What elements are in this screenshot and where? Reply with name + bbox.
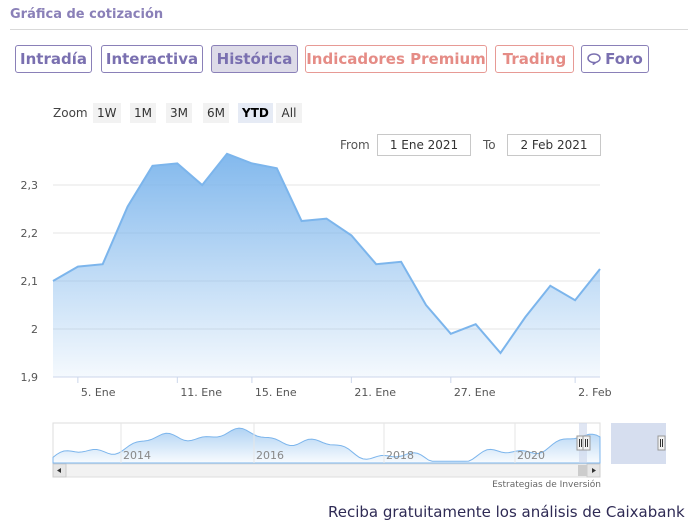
x-axis-ticks: 5. Ene 11. Ene 15. Ene 21. Ene 27. Ene 2. Feb xyxy=(77,377,612,399)
y-tick-label: 2,3 xyxy=(21,179,39,192)
scrollbar[interactable] xyxy=(52,463,601,478)
promo-footer-text[interactable]: Reciba gratuitamente los análisis de Cai… xyxy=(328,503,685,521)
grid-lines xyxy=(53,184,600,378)
y-tick-label: 2 xyxy=(31,323,38,336)
zoom-3m-button[interactable]: 3M xyxy=(166,103,192,123)
scrollbar-thumb[interactable] xyxy=(578,465,588,476)
price-chart: 1,9 2 2,1 2,2 2,3 5. Ene 11. Ene 15. Ene 21. En… xyxy=(21,152,666,478)
x-tick-label: 27. Ene xyxy=(454,386,496,399)
y-tick-label: 1,9 xyxy=(21,371,39,384)
scrollbar-right-button[interactable] xyxy=(586,463,601,478)
arrow-left-icon xyxy=(57,468,61,473)
tab-indicadores-premium[interactable]: Indicadores Premium xyxy=(305,45,487,73)
section-title: Gráfica de cotización xyxy=(10,7,164,22)
x-tick-label: 21. Ene xyxy=(354,386,396,399)
navigator-year-label: 2020 xyxy=(517,449,545,462)
price-line xyxy=(52,152,601,355)
scrollbar-left-button[interactable] xyxy=(52,463,67,478)
y-tick-label: 2,2 xyxy=(21,227,39,240)
navigator-selected-range[interactable] xyxy=(579,423,587,463)
navigator-handle-left[interactable] xyxy=(576,435,585,451)
tab-trading[interactable]: Trading xyxy=(495,45,574,73)
navigator-background xyxy=(52,422,601,464)
tab-historica[interactable]: Histórica xyxy=(211,45,298,73)
navigator-handle-right[interactable] xyxy=(582,435,591,451)
tab-foro[interactable]: Foro xyxy=(581,45,649,73)
tab-label: Indicadores Premium xyxy=(306,50,486,68)
zoom-all-button[interactable]: All xyxy=(276,103,302,123)
price-series xyxy=(52,152,601,378)
zoom-ytd-button[interactable]: YTD xyxy=(238,103,273,123)
tab-intradia[interactable]: Intradía xyxy=(15,45,92,73)
zoom-1m-button[interactable]: 1M xyxy=(130,103,156,123)
tab-label: Interactiva xyxy=(105,50,199,68)
y-axis-ticks: 1,9 2 2,1 2,2 2,3 xyxy=(21,179,39,384)
chart-credits[interactable]: Estrategias de Inversión xyxy=(492,480,601,490)
y-tick-label: 2,1 xyxy=(21,275,39,288)
range-from-label: From xyxy=(340,138,370,152)
range-to-label: To xyxy=(483,138,496,152)
price-area xyxy=(53,153,600,377)
navigator-year-label: 2018 xyxy=(386,449,414,462)
tab-label: Histórica xyxy=(216,50,293,68)
navigator-series xyxy=(52,427,601,464)
navigator-year-label: 2016 xyxy=(256,449,284,462)
title-divider xyxy=(10,29,688,30)
zoom-1w-button[interactable]: 1W xyxy=(93,103,121,123)
x-tick-label: 15. Ene xyxy=(255,386,297,399)
navigator-year-labels: 2014 2016 2018 2020 xyxy=(120,423,545,463)
zoom-6m-button[interactable]: 6M xyxy=(203,103,229,123)
tab-label: Trading xyxy=(502,50,567,68)
x-tick-label: 2. Feb xyxy=(578,386,611,399)
tab-label: Intradía xyxy=(20,50,87,68)
x-tick-label: 5. Ene xyxy=(81,386,116,399)
arrow-right-icon xyxy=(592,468,596,473)
tab-interactiva[interactable]: Interactiva xyxy=(101,45,203,73)
zoom-label: Zoom xyxy=(53,106,88,120)
range-from-input[interactable]: 1 Ene 2021 xyxy=(377,134,471,156)
navigator-year-label: 2014 xyxy=(123,449,151,462)
range-to-input[interactable]: 2 Feb 2021 xyxy=(507,134,601,156)
tab-label: Foro xyxy=(605,50,643,68)
navigator-outside-panel[interactable] xyxy=(611,423,666,464)
chat-bubble-icon xyxy=(587,53,601,65)
navigator[interactable]: 2014 2016 2018 2020 xyxy=(52,422,666,464)
scrollbar-track[interactable] xyxy=(52,463,601,478)
x-tick-label: 11. Ene xyxy=(180,386,222,399)
